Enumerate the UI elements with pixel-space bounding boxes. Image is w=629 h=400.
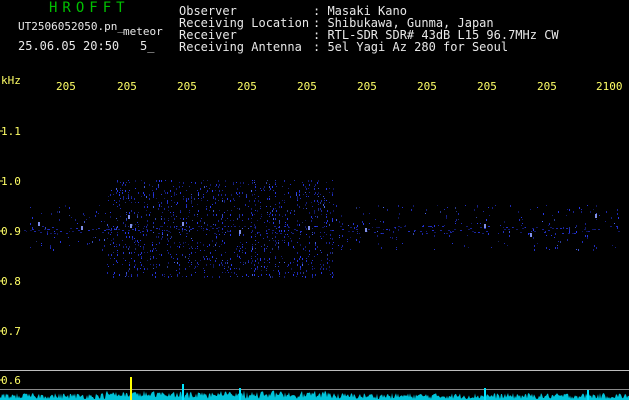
signal-spot xyxy=(530,233,532,237)
signal-spot xyxy=(81,226,83,230)
signal-noise xyxy=(24,180,620,278)
x-tick-label: 205 xyxy=(537,80,557,93)
x-tick-label: 205 xyxy=(177,80,197,93)
x-tick-label: 205 xyxy=(297,80,317,93)
signal-spot xyxy=(595,214,597,218)
waterfall-spectrogram xyxy=(0,130,629,400)
x-tick-label: 205 xyxy=(477,80,497,93)
x-tick-label: 205 xyxy=(417,80,437,93)
antenna-value: : 5el Yagi Az 280 for Seoul xyxy=(313,40,509,54)
app-title: HROFFT xyxy=(49,0,130,16)
meteor-label: meteor xyxy=(123,25,163,38)
spectrum-peak xyxy=(182,384,184,400)
file-name: UT2506052050.pn_ xyxy=(18,20,124,33)
y-tick-label: 1.0 xyxy=(1,175,21,188)
frequency-unit: kHz xyxy=(1,74,21,87)
x-tick-label: 205 xyxy=(357,80,377,93)
y-tick-label: 0.8 xyxy=(1,275,21,288)
signal-spot xyxy=(308,226,310,230)
signal-spot xyxy=(484,224,486,228)
y-tick-label: 1.1 xyxy=(1,125,21,138)
date-time: 25.06.05 20:50 xyxy=(18,39,120,53)
signal-spot xyxy=(130,224,132,228)
signal-spot xyxy=(239,230,241,234)
signal-spot xyxy=(365,228,367,232)
signal-spot xyxy=(128,215,130,219)
x-tick-label: 205 xyxy=(56,80,76,93)
x-tick-label: 205 xyxy=(237,80,257,93)
signal-spot xyxy=(182,222,184,226)
y-tick-label: 0.9 xyxy=(1,225,21,238)
x-tick-label: 2100 xyxy=(596,80,623,93)
spectrum-peak xyxy=(587,390,589,400)
x-tick-label: 205 xyxy=(117,80,137,93)
signal-spot xyxy=(38,222,40,226)
spectrum-trace xyxy=(0,390,629,400)
antenna-key: Receiving Antenna xyxy=(179,40,302,54)
y-tick-label: 0.7 xyxy=(1,325,21,338)
meteor-count: 5_ xyxy=(140,39,155,53)
spectrum-peak xyxy=(239,388,241,400)
y-tick-label: 0.6 xyxy=(1,374,21,387)
spectrum-peak xyxy=(484,388,486,400)
hrofft-window: HROFFT UT2506052050.pn_ meteor 25.06.05 … xyxy=(0,0,629,400)
spectrum-peak xyxy=(130,377,132,400)
